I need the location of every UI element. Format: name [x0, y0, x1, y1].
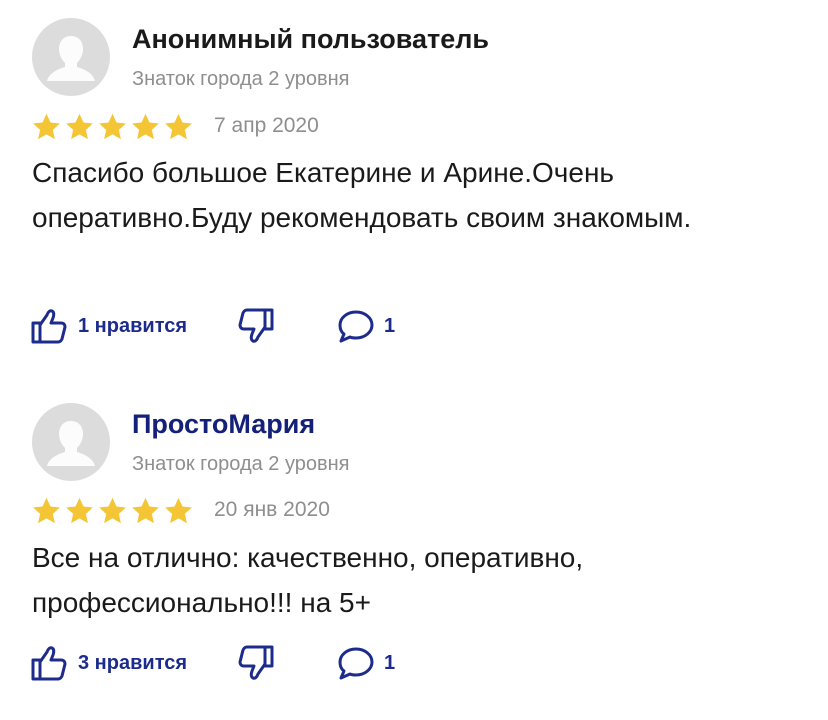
rating-stars	[31, 112, 194, 142]
star-icon	[132, 497, 159, 524]
review-date: 20 янв 2020	[214, 498, 330, 521]
comment-button[interactable]: 1	[336, 306, 395, 346]
thumbs-down-icon	[238, 308, 274, 343]
review-date: 7 апр 2020	[214, 114, 319, 137]
comment-button[interactable]: 1	[336, 643, 395, 683]
rating-stars	[31, 496, 194, 526]
comment-count: 1	[384, 651, 396, 674]
like-button[interactable]: 1 нравится	[30, 306, 187, 346]
review-text: Спасибо большое Екатерине и Арине.Очень …	[32, 157, 692, 233]
like-count-label: 1 нравится	[78, 314, 188, 337]
comment-bubble-icon	[338, 647, 374, 680]
author-name[interactable]: Анонимный пользователь	[132, 24, 489, 55]
thumbs-up-icon	[31, 646, 67, 681]
star-icon	[33, 497, 60, 524]
author-level: Знаток города 2 уровня	[132, 453, 350, 475]
avatar[interactable]	[32, 18, 110, 96]
star-icon	[165, 497, 192, 524]
user-silhouette-icon	[47, 421, 95, 466]
star-icon	[165, 113, 192, 140]
thumbs-up-icon	[31, 309, 67, 344]
comment-count: 1	[384, 314, 396, 337]
author-name[interactable]: ПростоМария	[132, 409, 315, 440]
star-icon	[132, 113, 159, 140]
like-count-label: 3 нравится	[78, 651, 188, 674]
avatar[interactable]	[32, 403, 110, 481]
star-icon	[99, 497, 126, 524]
star-icon	[33, 113, 60, 140]
review-card: Анонимный пользователь Знаток города 2 у…	[0, 0, 828, 370]
star-icon	[99, 113, 126, 140]
like-button[interactable]: 3 нравится	[30, 643, 187, 683]
dislike-button[interactable]	[235, 643, 275, 683]
user-silhouette-icon	[47, 36, 95, 81]
author-level: Знаток города 2 уровня	[132, 68, 350, 90]
star-icon	[66, 113, 93, 140]
thumbs-down-icon	[238, 645, 274, 680]
review-text: Все на отлично: качественно, оперативно,…	[32, 542, 584, 618]
comment-bubble-icon	[338, 310, 374, 343]
review-actions: 3 нравится 1	[30, 643, 530, 683]
star-icon	[66, 497, 93, 524]
review-actions: 1 нравится 1	[30, 306, 530, 346]
review-card: ПростоМария Знаток города 2 уровня 20 ян…	[0, 385, 828, 720]
dislike-button[interactable]	[235, 306, 275, 346]
